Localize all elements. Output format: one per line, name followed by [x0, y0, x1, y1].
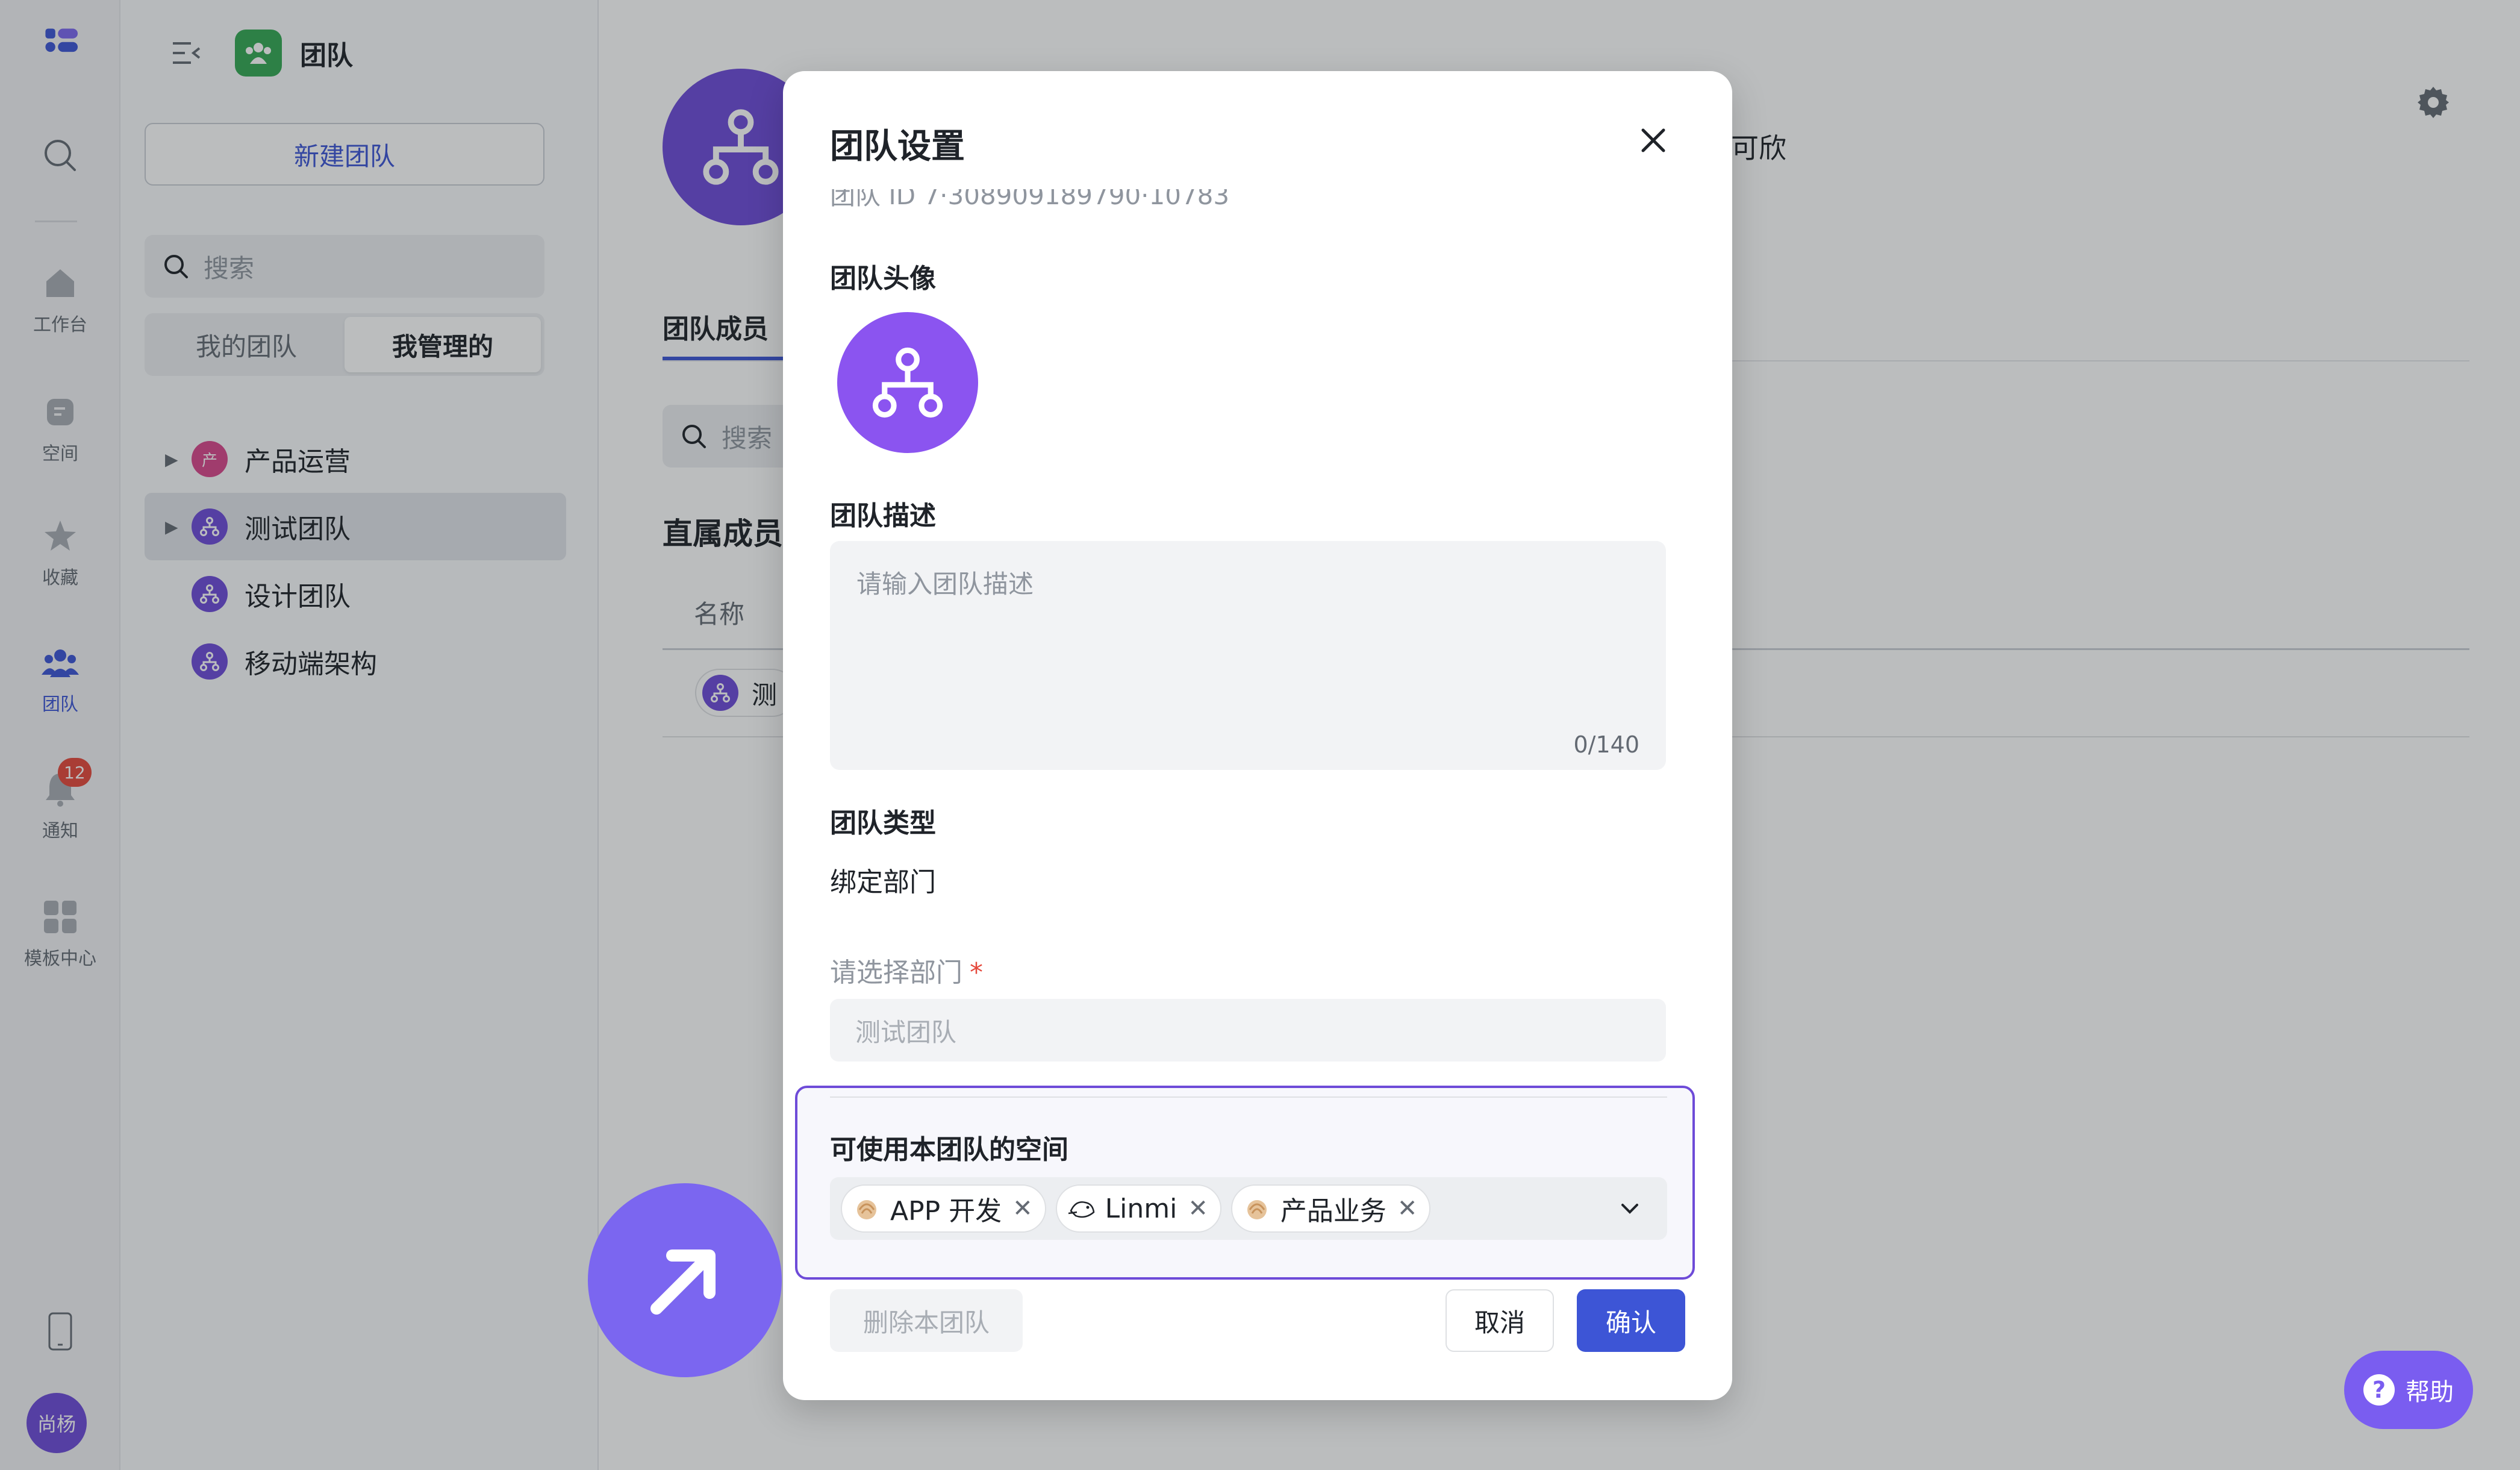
- space-tag-label: APP 开发: [890, 1196, 1002, 1227]
- dept-label: 请选择部门 *: [830, 957, 983, 988]
- bird-icon: [1065, 1192, 1098, 1225]
- divider: [830, 1096, 1667, 1098]
- space-tag-label: 产品业务: [1280, 1196, 1386, 1227]
- dialog-title: 团队设置: [830, 127, 965, 166]
- space-tag[interactable]: 产品业务 ✕: [1230, 1184, 1431, 1233]
- department-select[interactable]: 测试团队: [830, 999, 1666, 1062]
- shell-icon: [850, 1192, 883, 1225]
- desc-label: 团队描述: [830, 501, 936, 531]
- team-settings-dialog: 团队设置 团队 ID 7·308909189790·10783 团队头像 团队描…: [783, 71, 1732, 1400]
- spaces-label: 可使用本团队的空间: [830, 1134, 1068, 1165]
- space-tag[interactable]: Linmi ✕: [1055, 1184, 1221, 1233]
- confirm-button[interactable]: 确认: [1577, 1289, 1685, 1352]
- space-tag[interactable]: APP 开发 ✕: [841, 1184, 1046, 1233]
- remove-tag-icon[interactable]: ✕: [1397, 1195, 1418, 1222]
- cancel-button[interactable]: 取消: [1446, 1289, 1554, 1352]
- spaces-field-group: 可使用本团队的空间 APP 开发 ✕ Linmi ✕ 产品业务 ✕: [795, 1086, 1695, 1280]
- help-label: 帮助: [2406, 1378, 2454, 1406]
- arrow-annotation: [588, 1183, 782, 1377]
- required-mark: *: [970, 957, 983, 988]
- shell-icon: [1241, 1192, 1273, 1225]
- team-avatar-editor[interactable]: [837, 312, 978, 453]
- desc-placeholder: 请输入团队描述: [856, 569, 1034, 599]
- delete-team-button[interactable]: 删除本团队: [830, 1289, 1023, 1352]
- char-counter: 0/140: [1573, 731, 1639, 758]
- close-icon[interactable]: [1632, 119, 1674, 161]
- remove-tag-icon[interactable]: ✕: [1188, 1195, 1208, 1222]
- chevron-down-icon[interactable]: [1617, 1195, 1643, 1222]
- remove-tag-icon[interactable]: ✕: [1012, 1195, 1033, 1222]
- team-type-value: 绑定部门: [830, 867, 936, 898]
- arrow-up-right-icon: [650, 1250, 716, 1315]
- avatar-label: 团队头像: [830, 263, 936, 294]
- team-id-text: 团队 ID 7·308909189790·10783: [830, 189, 1230, 210]
- space-tag-label: Linmi: [1105, 1193, 1177, 1224]
- help-button[interactable]: ? 帮助: [2344, 1351, 2473, 1429]
- team-description-textarea[interactable]: 请输入团队描述 0/140: [830, 541, 1666, 770]
- spaces-multiselect[interactable]: APP 开发 ✕ Linmi ✕ 产品业务 ✕: [830, 1177, 1667, 1240]
- type-label: 团队类型: [830, 808, 936, 839]
- question-icon: ?: [2363, 1374, 2395, 1406]
